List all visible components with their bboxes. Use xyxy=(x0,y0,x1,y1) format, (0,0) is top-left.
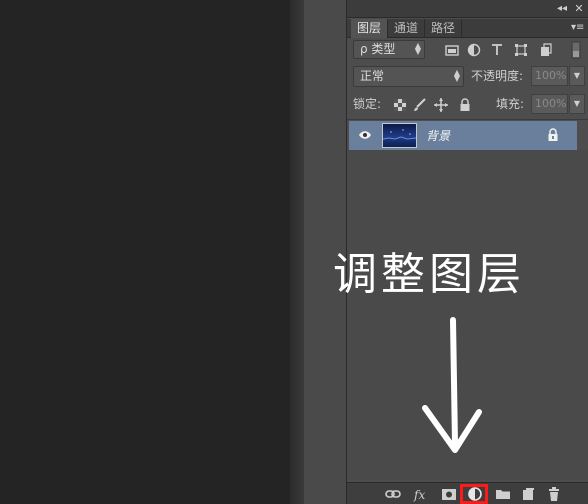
adjustment-filter-icon[interactable] xyxy=(467,43,481,57)
tab-paths[interactable]: 路径 xyxy=(425,19,463,38)
layer-filter-row: ρ 类型 ▲ ▼ xyxy=(347,39,588,61)
tab-layers[interactable]: 图层 xyxy=(351,19,389,38)
trash-icon[interactable] xyxy=(546,486,562,502)
opacity-input[interactable]: 100% xyxy=(531,66,568,86)
opacity-dropdown-button[interactable]: ▼ xyxy=(569,66,585,86)
divider xyxy=(347,119,588,120)
blend-mode-value: 正常 xyxy=(360,69,385,83)
updown-icon: ▲ ▼ xyxy=(453,68,460,83)
filter-kind-select[interactable]: ρ 类型 ▲ ▼ xyxy=(353,40,425,59)
lock-transparent-icon[interactable] xyxy=(393,98,407,112)
fill-dropdown-button[interactable]: ▼ xyxy=(569,94,585,114)
layer-thumbnail xyxy=(382,123,417,148)
filter-toggle-icon[interactable] xyxy=(570,41,582,59)
double-chevron-left-icon[interactable]: ◂◂ xyxy=(555,3,569,15)
blend-row: 正常 ▲ ▼ 不透明度: 100% ▼ xyxy=(347,66,588,88)
document-canvas[interactable] xyxy=(0,0,290,504)
new-layer-icon[interactable] xyxy=(520,486,536,502)
fill-label: 填充: xyxy=(496,97,525,111)
opacity-label: 不透明度: xyxy=(471,69,524,83)
layers-panel: ◂◂ ✕ 图层 通道 路径 ▾≡ ρ 类型 ▲ ▼ 正常 ▲ ▼ 不透明度: 100… xyxy=(333,0,588,504)
layer-name[interactable]: 背景 xyxy=(426,127,450,144)
close-icon[interactable]: ✕ xyxy=(573,3,585,15)
panel-tabs: 图层 通道 路径 ▾≡ xyxy=(347,19,588,38)
layer-row[interactable]: 背景 xyxy=(349,121,577,150)
lock-row: 锁定: 填充: 100% ▼ xyxy=(347,94,588,116)
lock-label: 锁定: xyxy=(353,97,382,111)
svg-text:fx: fx xyxy=(413,488,425,502)
smart-object-filter-icon[interactable] xyxy=(539,43,553,57)
filter-kind-label: ρ 类型 xyxy=(360,42,396,56)
lock-all-icon[interactable] xyxy=(458,98,472,112)
lock-position-icon[interactable] xyxy=(434,98,448,112)
link-layers-icon[interactable] xyxy=(385,486,401,502)
add-mask-icon[interactable] xyxy=(441,486,457,502)
fx-icon[interactable]: fx xyxy=(413,486,429,502)
tab-channels[interactable]: 通道 xyxy=(388,19,426,38)
down-arrow-icon xyxy=(422,317,482,453)
lock-image-pixels-icon[interactable] xyxy=(413,98,427,112)
eye-icon[interactable] xyxy=(358,130,372,140)
annotation-text: 调整图层 xyxy=(333,249,525,300)
shape-filter-icon[interactable] xyxy=(514,43,528,57)
new-group-icon[interactable] xyxy=(495,486,511,502)
blend-mode-select[interactable]: 正常 ▲ ▼ xyxy=(353,66,464,87)
updown-icon: ▲ ▼ xyxy=(414,41,421,56)
panel-title-strip: ◂◂ ✕ xyxy=(347,0,588,18)
highlight-box xyxy=(460,484,488,504)
panel-menu-icon[interactable]: ▾≡ xyxy=(571,22,585,34)
fill-input[interactable]: 100% xyxy=(531,94,568,114)
type-filter-icon[interactable] xyxy=(490,43,504,57)
canvas-edge xyxy=(290,0,304,504)
layers-bottom-toolbar: fx xyxy=(347,482,588,504)
image-filter-icon[interactable] xyxy=(445,43,459,57)
lock-icon xyxy=(548,128,558,141)
